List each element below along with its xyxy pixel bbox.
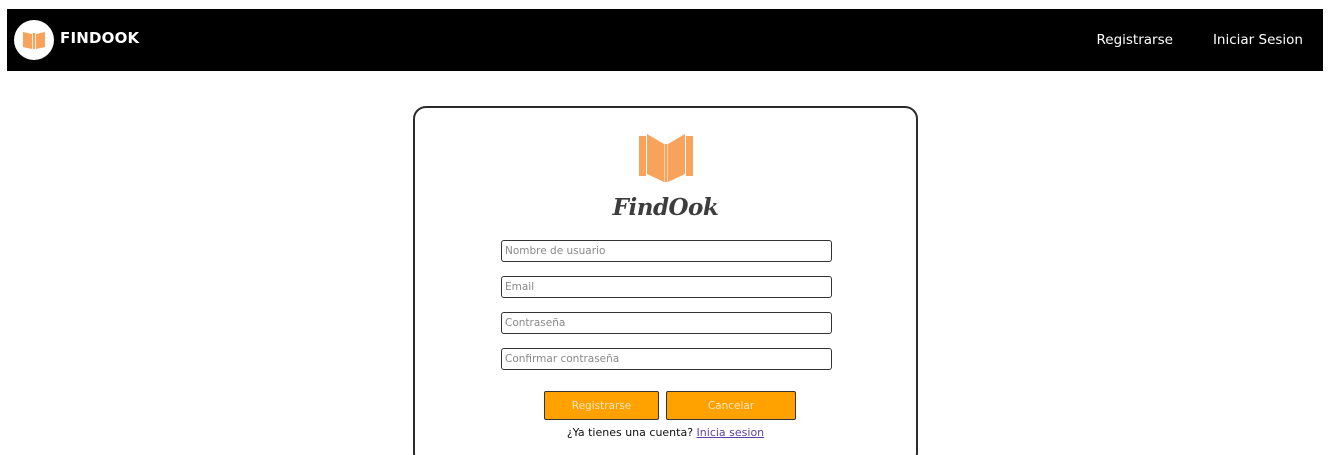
cancel-button[interactable]: Cancelar: [666, 391, 796, 420]
open-book-icon: [639, 134, 693, 182]
register-card: FindOok Registrarse Cancelar ¿Ya tienes …: [413, 106, 918, 455]
nav-links: Registrarse Iniciar Sesion: [1056, 32, 1303, 48]
email-field[interactable]: [501, 276, 832, 298]
register-button[interactable]: Registrarse: [544, 391, 659, 420]
login-prompt-line: ¿Ya tienes una cuenta? Inicia sesion: [415, 426, 916, 439]
brand[interactable]: FINDOOK: [14, 20, 139, 60]
brand-logo: [14, 20, 54, 60]
brand-name: FINDOOK: [60, 29, 140, 47]
password-field[interactable]: [501, 312, 832, 334]
login-prompt-text: ¿Ya tienes una cuenta?: [566, 426, 694, 439]
nav-login-link[interactable]: Iniciar Sesion: [1213, 32, 1303, 48]
book-icon: [23, 32, 45, 49]
username-field[interactable]: [501, 240, 832, 262]
confirm-password-field[interactable]: [501, 348, 832, 370]
top-navbar: FINDOOK Registrarse Iniciar Sesion: [7, 9, 1323, 71]
card-title: FindOok: [612, 194, 719, 221]
nav-register-link[interactable]: Registrarse: [1096, 32, 1172, 48]
login-link[interactable]: Inicia sesion: [697, 426, 765, 439]
